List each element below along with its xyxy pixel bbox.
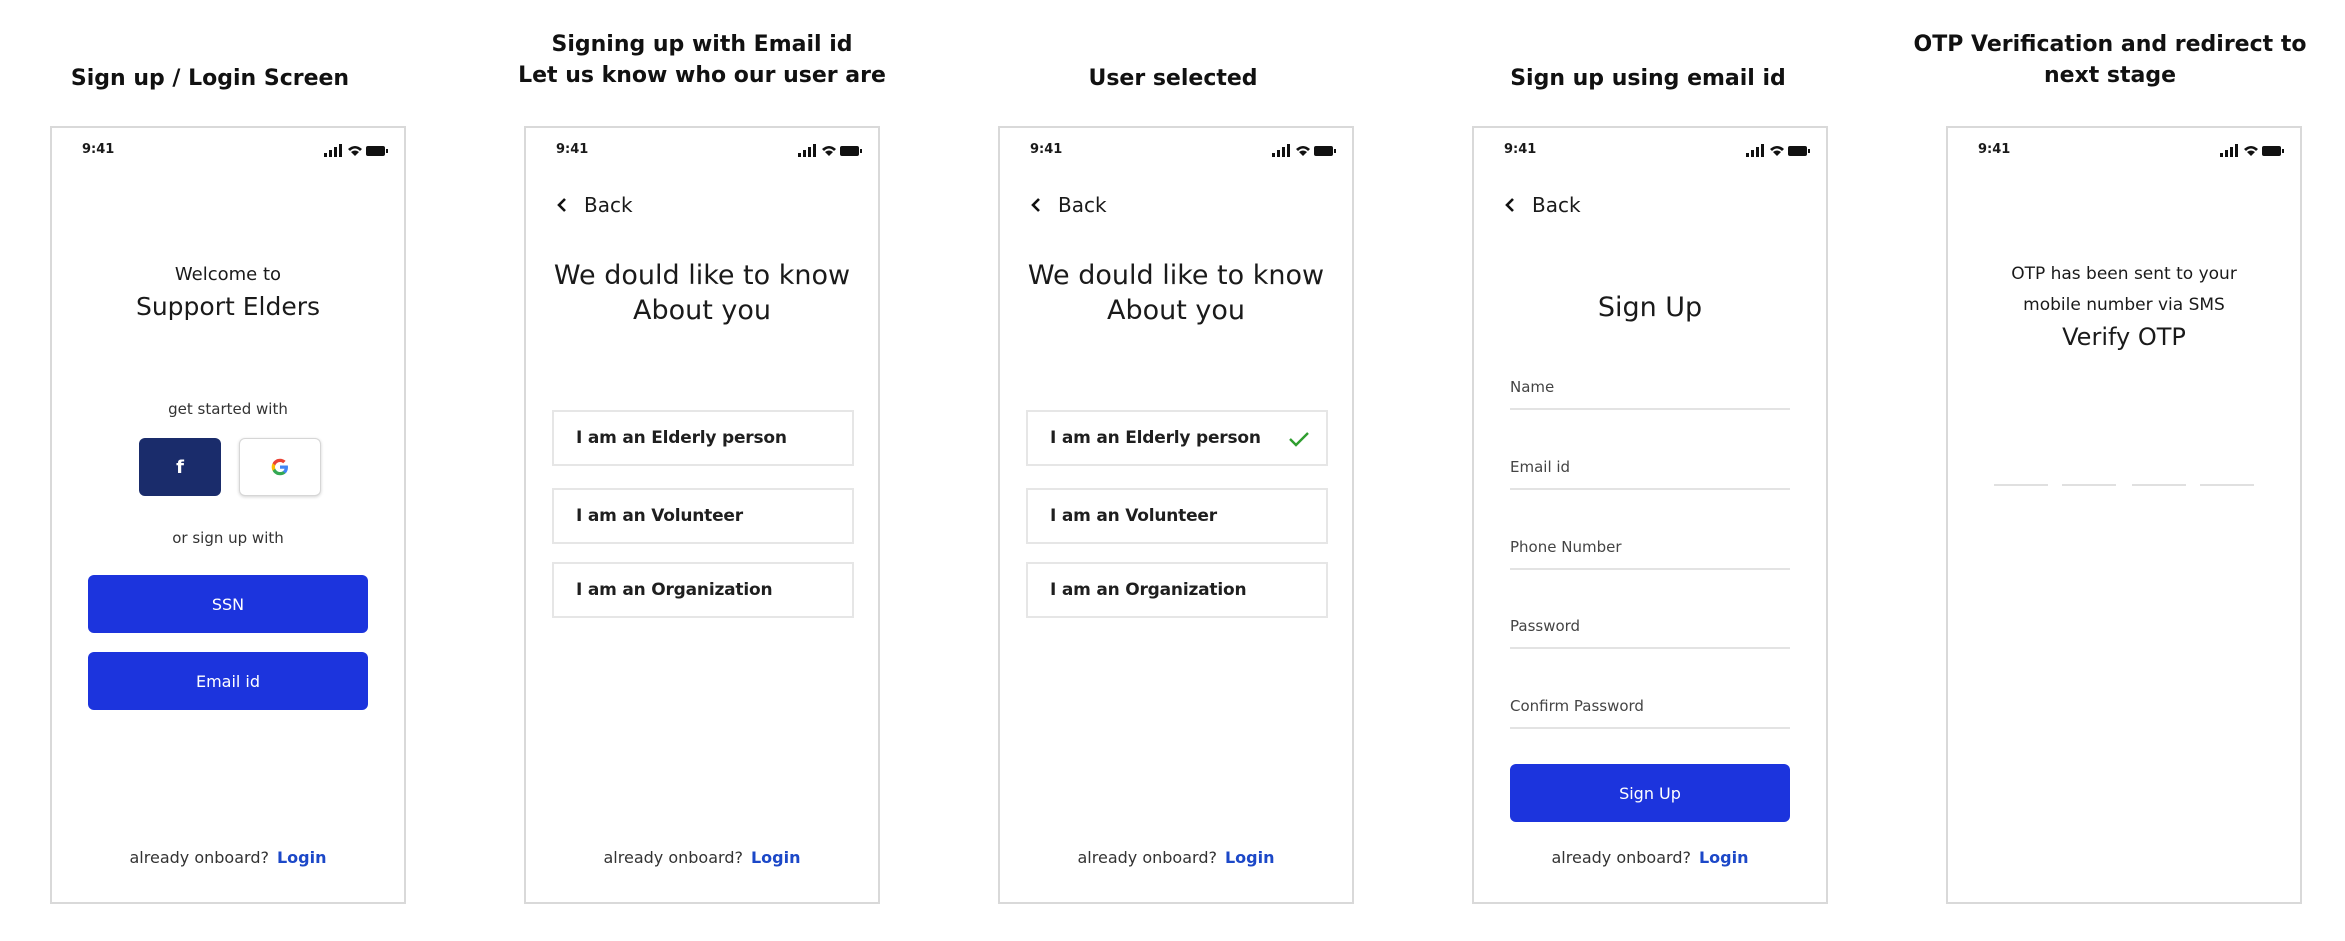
caption-screen-2: Signing up with Email id Let us know who… <box>518 32 886 88</box>
app-name: Support Elders <box>135 292 321 321</box>
footer-login: already onboard? Login <box>526 848 878 867</box>
footer-login: already onboard? Login <box>52 848 404 867</box>
login-link[interactable]: Login <box>1225 848 1275 867</box>
status-bar: 9:41 <box>82 142 388 160</box>
status-bar: 9:41 <box>556 142 862 160</box>
status-bar: 9:41 <box>1978 142 2284 160</box>
chevron-left-icon <box>1031 198 1040 212</box>
phone-screen-signup-form: 9:41 Back Sign Up Name Email id Phone Nu… <box>1472 126 1828 904</box>
status-time: 9:41 <box>1504 142 1537 157</box>
option-volunteer[interactable]: I am an Volunteer <box>552 488 854 544</box>
email-field[interactable]: Email id <box>1510 450 1790 490</box>
status-bar: 9:41 <box>1504 142 1810 160</box>
about-title: We dould like to know About you <box>553 260 851 326</box>
signup-title: Sign Up <box>1597 292 1703 323</box>
about-title: We dould like to know About you <box>1027 260 1325 326</box>
status-bar: 9:41 <box>1030 142 1336 160</box>
google-login-button[interactable]: G <box>239 438 321 496</box>
otp-sent-text-1: OTP has been sent to your <box>2011 264 2237 284</box>
caption-screen-5: OTP Verification and redirect to next st… <box>1913 32 2307 88</box>
back-button[interactable]: Back <box>1500 192 1581 218</box>
footer-login: already onboard? Login <box>1474 848 1826 867</box>
get-started-text: get started with <box>168 400 288 418</box>
otp-sent-text-2: mobile number via SMS <box>2023 295 2225 315</box>
option-organization[interactable]: I am an Organization <box>552 562 854 618</box>
already-onboard-text: already onboard? <box>129 848 269 867</box>
otp-digit-2[interactable] <box>2062 484 2116 486</box>
email-signup-button[interactable]: Email id <box>88 652 368 710</box>
otp-digit-1[interactable] <box>1994 484 2048 486</box>
welcome-text: Welcome to <box>174 264 282 285</box>
phone-screen-otp: 9:41 OTP has been sent to your mobile nu… <box>1946 126 2302 904</box>
option-elderly-selected[interactable]: I am an Elderly person <box>1026 410 1328 466</box>
status-icons <box>798 144 862 157</box>
login-link[interactable]: Login <box>1699 848 1749 867</box>
already-onboard-text: already onboard? <box>1551 848 1691 867</box>
back-button[interactable]: Back <box>1026 192 1107 218</box>
option-elderly[interactable]: I am an Elderly person <box>552 410 854 466</box>
back-button[interactable]: Back <box>552 192 633 218</box>
option-organization[interactable]: I am an Organization <box>1026 562 1328 618</box>
status-icons <box>1746 144 1810 157</box>
caption-screen-3: User selected <box>1088 66 1258 91</box>
status-time: 9:41 <box>556 142 589 157</box>
facebook-login-button[interactable]: f <box>139 438 221 496</box>
caption-screen-4: Sign up using email id <box>1510 66 1786 91</box>
otp-digit-3[interactable] <box>2132 484 2186 486</box>
phone-screen-login: 9:41 Welcome to Support Elders get start… <box>50 126 406 904</box>
already-onboard-text: already onboard? <box>603 848 743 867</box>
phone-number-field[interactable]: Phone Number <box>1510 530 1790 570</box>
status-icons <box>2220 144 2284 157</box>
status-time: 9:41 <box>1030 142 1063 157</box>
status-time: 9:41 <box>1978 142 2011 157</box>
login-link[interactable]: Login <box>277 848 327 867</box>
caption-screen-1: Sign up / Login Screen <box>70 66 350 91</box>
status-icons <box>1272 144 1336 157</box>
footer-login: already onboard? Login <box>1000 848 1352 867</box>
facebook-icon: f <box>176 456 184 478</box>
ssn-signup-button[interactable]: SSN <box>88 575 368 633</box>
otp-digit-4[interactable] <box>2200 484 2254 486</box>
login-link[interactable]: Login <box>751 848 801 867</box>
signup-button[interactable]: Sign Up <box>1510 764 1790 822</box>
option-volunteer[interactable]: I am an Volunteer <box>1026 488 1328 544</box>
status-icons <box>324 144 388 157</box>
checkmark-icon <box>1289 432 1309 447</box>
phone-screen-user-selected: 9:41 Back We dould like to know About yo… <box>998 126 1354 904</box>
password-field[interactable]: Password <box>1510 609 1790 649</box>
phone-screen-about-you: 9:41 Back We dould like to know About yo… <box>524 126 880 904</box>
status-time: 9:41 <box>82 142 115 157</box>
chevron-left-icon <box>1505 198 1514 212</box>
google-icon <box>271 458 288 476</box>
verify-otp-title: Verify OTP <box>2062 323 2186 351</box>
name-field[interactable]: Name <box>1510 370 1790 410</box>
chevron-left-icon <box>557 198 566 212</box>
confirm-password-field[interactable]: Confirm Password <box>1510 689 1790 729</box>
already-onboard-text: already onboard? <box>1077 848 1217 867</box>
or-signup-text: or sign up with <box>172 529 284 547</box>
